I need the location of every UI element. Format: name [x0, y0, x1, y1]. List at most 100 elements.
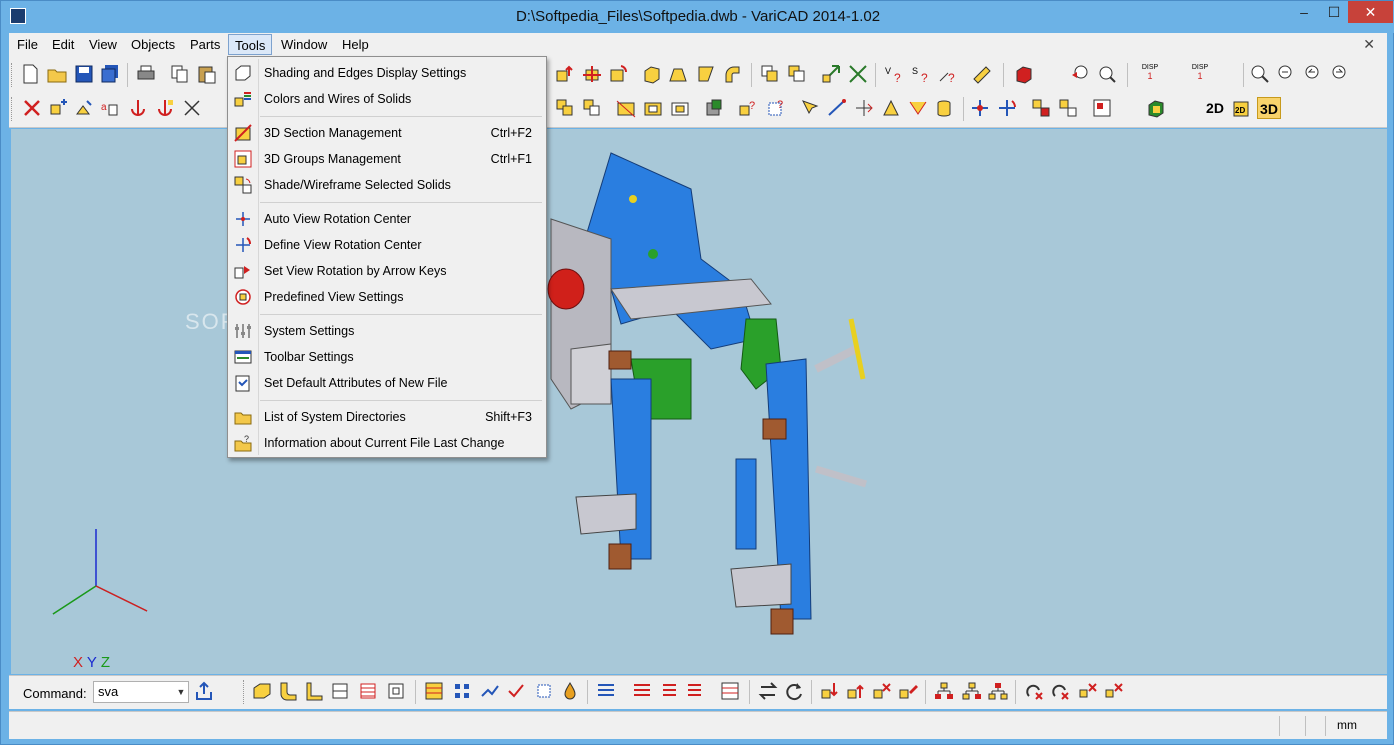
- toolbar-grip[interactable]: [11, 97, 14, 121]
- boolean-cut-icon[interactable]: [786, 63, 808, 85]
- tree-icon[interactable]: [451, 680, 473, 702]
- list-icon[interactable]: [595, 680, 617, 702]
- attribute-icon[interactable]: a: [99, 97, 121, 119]
- maximize-button[interactable]: ☐: [1319, 1, 1349, 23]
- pack-down-icon[interactable]: [819, 680, 841, 702]
- menu-view[interactable]: View: [83, 34, 123, 55]
- frame-profile-icon[interactable]: [385, 680, 407, 702]
- zoom-forward-icon[interactable]: [1330, 63, 1352, 85]
- transform-icon[interactable]: [820, 63, 842, 85]
- menu-objects[interactable]: Objects: [125, 34, 181, 55]
- close-button[interactable]: ✕: [1348, 1, 1393, 23]
- new-file-icon[interactable]: [19, 63, 41, 85]
- move-icon[interactable]: [47, 97, 69, 119]
- zoom-previous-icon[interactable]: [1069, 63, 1091, 85]
- distance-query-icon[interactable]: ?: [937, 63, 959, 85]
- scissors-icon[interactable]: [181, 97, 203, 119]
- list-red-2-icon[interactable]: [657, 680, 679, 702]
- list-table-icon[interactable]: [719, 680, 741, 702]
- view-window-icon[interactable]: [1091, 97, 1113, 119]
- remove-link-icon[interactable]: [1023, 680, 1045, 702]
- zoom-back-icon[interactable]: [1303, 63, 1325, 85]
- list-red-3-icon[interactable]: [685, 680, 707, 702]
- command-submit-icon[interactable]: [193, 680, 215, 702]
- solid-color-icon[interactable]: [1013, 63, 1035, 85]
- delete-icon[interactable]: [21, 97, 43, 119]
- switch-2d-button[interactable]: 2D: [1203, 97, 1227, 119]
- bom-icon[interactable]: [423, 680, 445, 702]
- surface-query-icon[interactable]: S?: [910, 63, 932, 85]
- zoom-window-icon[interactable]: [1096, 63, 1118, 85]
- disp-store-icon[interactable]: DISP 1: [1139, 63, 1161, 85]
- save-file-icon[interactable]: [73, 63, 95, 85]
- copy-object-icon[interactable]: [73, 97, 95, 119]
- cube-solid-icon[interactable]: [641, 63, 663, 85]
- section-plane-2-icon[interactable]: [642, 97, 664, 119]
- view-groups-2-icon[interactable]: [1057, 97, 1079, 119]
- document-close-icon[interactable]: ✕: [1363, 36, 1375, 53]
- pack-up-icon[interactable]: [845, 680, 867, 702]
- boolean-add-icon[interactable]: [759, 63, 781, 85]
- menu-3d-section-management[interactable]: 3D Section Management Ctrl+F2: [230, 121, 544, 145]
- pack-delete-icon[interactable]: [871, 680, 893, 702]
- print-icon[interactable]: [135, 63, 157, 85]
- menu-colors-wires[interactable]: Colors and Wires of Solids: [230, 87, 544, 111]
- vertex-query-icon[interactable]: [907, 97, 929, 119]
- render-mode-icon[interactable]: [1145, 97, 1167, 119]
- hide-solid-icon[interactable]: [703, 97, 725, 119]
- switch-2d-3d-icon[interactable]: 2D: [1231, 97, 1253, 119]
- minimize-button[interactable]: –: [1289, 1, 1319, 23]
- 3d-viewport[interactable]: SOFTPEDIA X Y Z: [11, 129, 1387, 674]
- point-query-icon[interactable]: [799, 97, 821, 119]
- menu-set-view-rotation-arrow-keys[interactable]: Set View Rotation by Arrow Keys: [230, 259, 544, 283]
- menu-shade-wireframe-selected[interactable]: Shade/Wireframe Selected Solids: [230, 173, 544, 197]
- switch-3d-button[interactable]: 3D: [1257, 97, 1281, 119]
- chevron-down-icon[interactable]: ▼: [173, 681, 189, 703]
- measure-icon[interactable]: [971, 63, 993, 85]
- dimension-icon[interactable]: [533, 680, 555, 702]
- rotation-center-icon[interactable]: [969, 97, 991, 119]
- menu-tools[interactable]: Tools: [228, 34, 273, 55]
- section-plane-3-icon[interactable]: [669, 97, 691, 119]
- toolbar-grip[interactable]: [11, 63, 14, 87]
- hierarchy-3-icon[interactable]: [987, 680, 1009, 702]
- box-solid-icon[interactable]: [251, 680, 273, 702]
- zoom-in-icon[interactable]: [1249, 63, 1271, 85]
- anchor-icon[interactable]: [127, 97, 149, 119]
- volume-query-icon[interactable]: V?: [883, 63, 905, 85]
- hierarchy-2-icon[interactable]: [961, 680, 983, 702]
- menu-system-settings[interactable]: System Settings: [230, 319, 544, 343]
- section-plane-icon[interactable]: [615, 97, 637, 119]
- remove-link-2-icon[interactable]: [1049, 680, 1071, 702]
- menu-predefined-view-settings[interactable]: Predefined View Settings: [230, 285, 544, 309]
- menu-edit[interactable]: Edit: [46, 34, 80, 55]
- menu-toolbar-settings[interactable]: Toolbar Settings: [230, 345, 544, 369]
- menu-list-system-directories[interactable]: List of System Directories Shift+F3: [230, 405, 544, 429]
- menu-auto-view-rotation-center[interactable]: Auto View Rotation Center: [230, 207, 544, 231]
- toolbar-grip[interactable]: [243, 680, 246, 704]
- drop-icon[interactable]: [559, 680, 581, 702]
- open-file-icon[interactable]: [46, 63, 68, 85]
- remove-object-2-icon[interactable]: [1103, 680, 1125, 702]
- hatch-profile-icon[interactable]: [357, 680, 379, 702]
- section-profile-icon[interactable]: [329, 680, 351, 702]
- list-red-icon[interactable]: [631, 680, 653, 702]
- menu-file[interactable]: File: [11, 34, 44, 55]
- bend-solid-icon[interactable]: [277, 680, 299, 702]
- menu-file-last-change-info[interactable]: ? Information about Current File Last Ch…: [230, 431, 544, 455]
- solid-group-icon[interactable]: [554, 97, 576, 119]
- disp-restore-icon[interactable]: DISP 1: [1189, 63, 1211, 85]
- angle-solid-icon[interactable]: [303, 680, 325, 702]
- explode-icon[interactable]: [847, 63, 869, 85]
- rotation-define-icon[interactable]: [996, 97, 1018, 119]
- menu-window[interactable]: Window: [275, 34, 333, 55]
- cylinder-query-icon[interactable]: [934, 97, 956, 119]
- zoom-out-icon[interactable]: [1276, 63, 1298, 85]
- prism-solid-icon[interactable]: [667, 63, 689, 85]
- move-solid-icon[interactable]: [554, 63, 576, 85]
- move-group-icon[interactable]: [581, 63, 603, 85]
- normal-query-icon[interactable]: [880, 97, 902, 119]
- wedge-solid-icon[interactable]: [695, 63, 717, 85]
- check-icon[interactable]: [505, 680, 527, 702]
- pipe-solid-icon[interactable]: [721, 63, 743, 85]
